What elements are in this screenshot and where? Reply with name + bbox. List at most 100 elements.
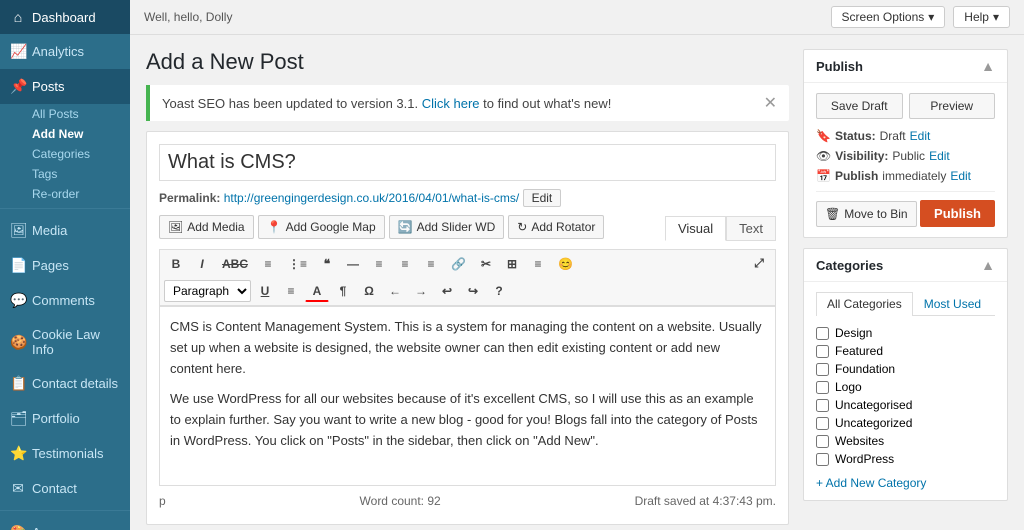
notice-close-icon[interactable]: ✕ bbox=[764, 93, 777, 113]
content-paragraph-1: CMS is Content Management System. This i… bbox=[170, 317, 765, 379]
redo-button[interactable]: ↪ bbox=[461, 281, 485, 301]
status-icon: 🔖 bbox=[816, 129, 831, 143]
save-draft-button[interactable]: Save Draft bbox=[816, 93, 903, 119]
sidebar-item-contact[interactable]: 📋 Contact details bbox=[0, 366, 130, 401]
sidebar-item-label: Posts bbox=[32, 79, 65, 94]
text-color-button[interactable]: A bbox=[305, 281, 329, 302]
align-center-button[interactable]: ≡ bbox=[393, 254, 417, 274]
permalink-url[interactable]: http://greengingerdesign.co.uk/2016/04/0… bbox=[224, 191, 520, 205]
publish-actions: Save Draft Preview bbox=[816, 93, 995, 119]
category-checkbox[interactable] bbox=[816, 453, 829, 466]
underline-button[interactable]: U bbox=[253, 281, 277, 301]
publish-box-header[interactable]: Publish ▲ bbox=[804, 50, 1007, 83]
testimonials-icon: ⭐ bbox=[10, 445, 26, 462]
sidebar-item-testimonials[interactable]: ⭐ Testimonials bbox=[0, 436, 130, 471]
help-button[interactable]: ? bbox=[487, 281, 511, 301]
sidebar-submenu-categories[interactable]: Categories bbox=[0, 144, 130, 164]
paste-text-button[interactable]: ¶ bbox=[331, 281, 355, 301]
add-rotator-button[interactable]: ↻ Add Rotator bbox=[508, 215, 604, 239]
category-checkbox[interactable] bbox=[816, 417, 829, 430]
category-checkbox[interactable] bbox=[816, 399, 829, 412]
visibility-row: 👁 Visibility: Public Edit bbox=[816, 149, 995, 163]
page-title: Add a New Post bbox=[146, 49, 789, 75]
unordered-list-button[interactable]: ≡ bbox=[256, 254, 280, 274]
publish-time-edit-link[interactable]: Edit bbox=[950, 169, 971, 183]
sidebar-submenu-all-posts[interactable]: All Posts bbox=[0, 104, 130, 124]
add-new-category-link[interactable]: + Add New Category bbox=[816, 476, 995, 490]
sidebar-item-portfolio[interactable]: 🗂 Portfolio bbox=[0, 401, 130, 436]
strikethrough-button[interactable]: ABC bbox=[216, 254, 254, 274]
tab-visual[interactable]: Visual bbox=[665, 216, 726, 241]
smiley-button[interactable]: 😊 bbox=[552, 254, 579, 274]
sidebar-item-appearance[interactable]: 🎨 Appearance bbox=[0, 515, 130, 530]
format-select[interactable]: Paragraph bbox=[164, 280, 251, 302]
align-left-button[interactable]: ≡ bbox=[367, 254, 391, 274]
help-button[interactable]: Help ▾ bbox=[953, 6, 1010, 28]
tab-text[interactable]: Text bbox=[726, 216, 776, 241]
category-checkbox[interactable] bbox=[816, 381, 829, 394]
add-media-icon: 🖼 bbox=[168, 220, 183, 234]
categories-box-header[interactable]: Categories ▲ bbox=[804, 249, 1007, 282]
fullscreen-button[interactable]: ⤢ bbox=[747, 253, 771, 274]
rotator-icon: ↻ bbox=[517, 220, 527, 234]
outdent-button[interactable]: ← bbox=[383, 281, 407, 301]
unlink-button[interactable]: ✂ bbox=[474, 254, 498, 274]
link-button[interactable]: 🔗 bbox=[445, 254, 472, 274]
blockquote-button[interactable]: ❝ bbox=[315, 254, 339, 274]
editor-content[interactable]: CMS is Content Management System. This i… bbox=[159, 306, 776, 486]
sidebar-submenu-add-new[interactable]: Add New bbox=[0, 124, 130, 144]
permalink-row: Permalink: http://greengingerdesign.co.u… bbox=[159, 189, 776, 207]
preview-button[interactable]: Preview bbox=[909, 93, 996, 119]
appearance-icon: 🎨 bbox=[10, 524, 26, 530]
dashboard-icon: ⌂ bbox=[10, 9, 26, 25]
status-edit-link[interactable]: Edit bbox=[910, 129, 931, 143]
tab-all-categories[interactable]: All Categories bbox=[816, 292, 913, 316]
category-checkbox[interactable] bbox=[816, 327, 829, 340]
sidebar-item-media[interactable]: 🖼 Media bbox=[0, 213, 130, 248]
sidebar-item-analytics[interactable]: 📈 Analytics bbox=[0, 34, 130, 69]
sidebar-item-comments[interactable]: 💬 Comments bbox=[0, 283, 130, 318]
horizontal-rule-button[interactable]: — bbox=[341, 254, 365, 274]
publish-button[interactable]: Publish bbox=[920, 200, 995, 227]
toolbar-toggle-button[interactable]: ≡ bbox=[526, 254, 550, 274]
italic-button[interactable]: I bbox=[190, 254, 214, 274]
move-to-bin-button[interactable]: 🗑 Move to Bin bbox=[816, 201, 917, 227]
sidebar-item-dashboard[interactable]: ⌂ Dashboard bbox=[0, 0, 130, 34]
sidebar-item-posts[interactable]: 📌 Posts bbox=[0, 69, 130, 104]
contact2-icon: ✉ bbox=[10, 480, 26, 497]
list-item: Foundation bbox=[816, 360, 995, 378]
sidebar-submenu-tags[interactable]: Tags bbox=[0, 164, 130, 184]
notice-link[interactable]: Click here bbox=[422, 96, 480, 111]
list-item: Featured bbox=[816, 342, 995, 360]
sidebar-item-cookie[interactable]: 🍪 Cookie Law Info bbox=[0, 318, 130, 366]
topbar: Well, hello, Dolly Screen Options ▾ Help… bbox=[130, 0, 1024, 35]
list-item: Uncategorised bbox=[816, 396, 995, 414]
sidebar-item-pages[interactable]: 📄 Pages bbox=[0, 248, 130, 283]
add-media-button[interactable]: 🖼 Add Media bbox=[159, 215, 254, 239]
visibility-edit-link[interactable]: Edit bbox=[929, 149, 950, 163]
justify-button[interactable]: ≡ bbox=[279, 281, 303, 301]
sidebar-submenu-reorder[interactable]: Re-order bbox=[0, 184, 130, 204]
insert-more-button[interactable]: ⊞ bbox=[500, 254, 524, 274]
undo-button[interactable]: ↩ bbox=[435, 281, 459, 301]
add-google-map-button[interactable]: 📍 Add Google Map bbox=[258, 215, 385, 239]
permalink-edit-button[interactable]: Edit bbox=[523, 189, 562, 207]
sidebar-item-contact2[interactable]: ✉ Contact bbox=[0, 471, 130, 506]
category-checkbox[interactable] bbox=[816, 345, 829, 358]
indent-button[interactable]: → bbox=[409, 281, 433, 301]
category-list: DesignFeaturedFoundationLogoUncategorise… bbox=[816, 324, 995, 468]
screen-options-button[interactable]: Screen Options ▾ bbox=[831, 6, 946, 28]
category-checkbox[interactable] bbox=[816, 363, 829, 376]
special-char-button[interactable]: Ω bbox=[357, 281, 381, 301]
tab-most-used[interactable]: Most Used bbox=[913, 292, 992, 315]
ordered-list-button[interactable]: ⋮≡ bbox=[282, 254, 313, 274]
category-tabs: All Categories Most Used bbox=[816, 292, 995, 316]
pages-icon: 📄 bbox=[10, 257, 26, 274]
add-slider-button[interactable]: 🔄 Add Slider WD bbox=[389, 215, 505, 239]
post-title-input[interactable] bbox=[159, 144, 776, 181]
category-checkbox[interactable] bbox=[816, 435, 829, 448]
yoast-notice: Yoast SEO has been updated to version 3.… bbox=[146, 85, 789, 121]
bold-button[interactable]: B bbox=[164, 254, 188, 274]
editor-toolbar-1: B I ABC ≡ ⋮≡ ❝ — ≡ ≡ ≡ 🔗 ✂ ⊞ ≡ 😊 ⤢ bbox=[159, 249, 776, 277]
align-right-button[interactable]: ≡ bbox=[419, 254, 443, 274]
